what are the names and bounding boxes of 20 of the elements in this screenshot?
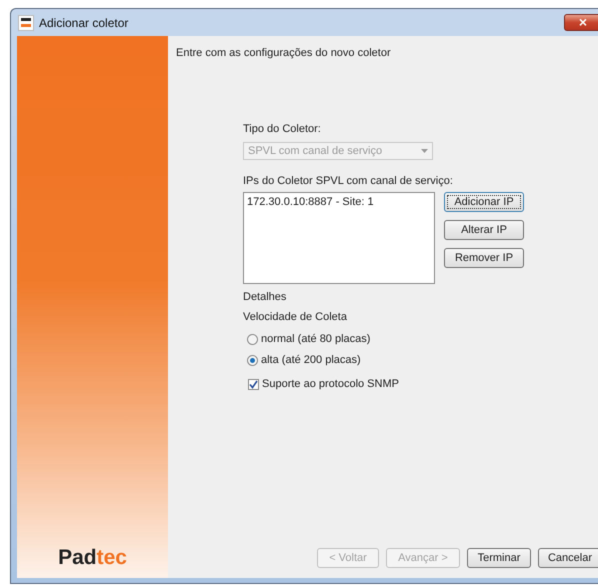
window-title: Adicionar coletor [39,16,128,30]
footer-button[interactable]: Cancelar [538,548,598,568]
ip-button[interactable]: Adicionar IP [444,192,524,212]
close-button[interactable]: × [564,14,598,31]
field-label: Tipo do Coletor: [243,123,322,135]
padtec-logo: Padtec [58,546,127,570]
ip-list[interactable]: 172.30.0.10:8887 - Site: 1 [243,192,435,284]
speed-radio[interactable]: normal (até 80 placas) [247,333,598,345]
ip-button[interactable]: Remover IP [444,248,524,268]
group-label: Velocidade de Coleta [243,311,348,323]
footer-button[interactable]: Terminar [467,548,531,568]
section-label: Detalhes [243,291,288,303]
app-icon [18,14,34,30]
ip-list-item[interactable]: 172.30.0.10:8887 - Site: 1 [246,196,432,208]
snmp-checkbox[interactable]: Suporte ao protocolo SNMP [248,378,598,390]
field-label: IPs do Coletor SPVL com canal de serviço: [243,175,454,187]
speed-radio[interactable]: alta (até 200 placas) [247,354,598,366]
caret-icon [421,149,428,153]
ip-button[interactable]: Alterar IP [444,220,524,240]
intro-text: Entre com as configurações do novo coletor [176,47,392,59]
